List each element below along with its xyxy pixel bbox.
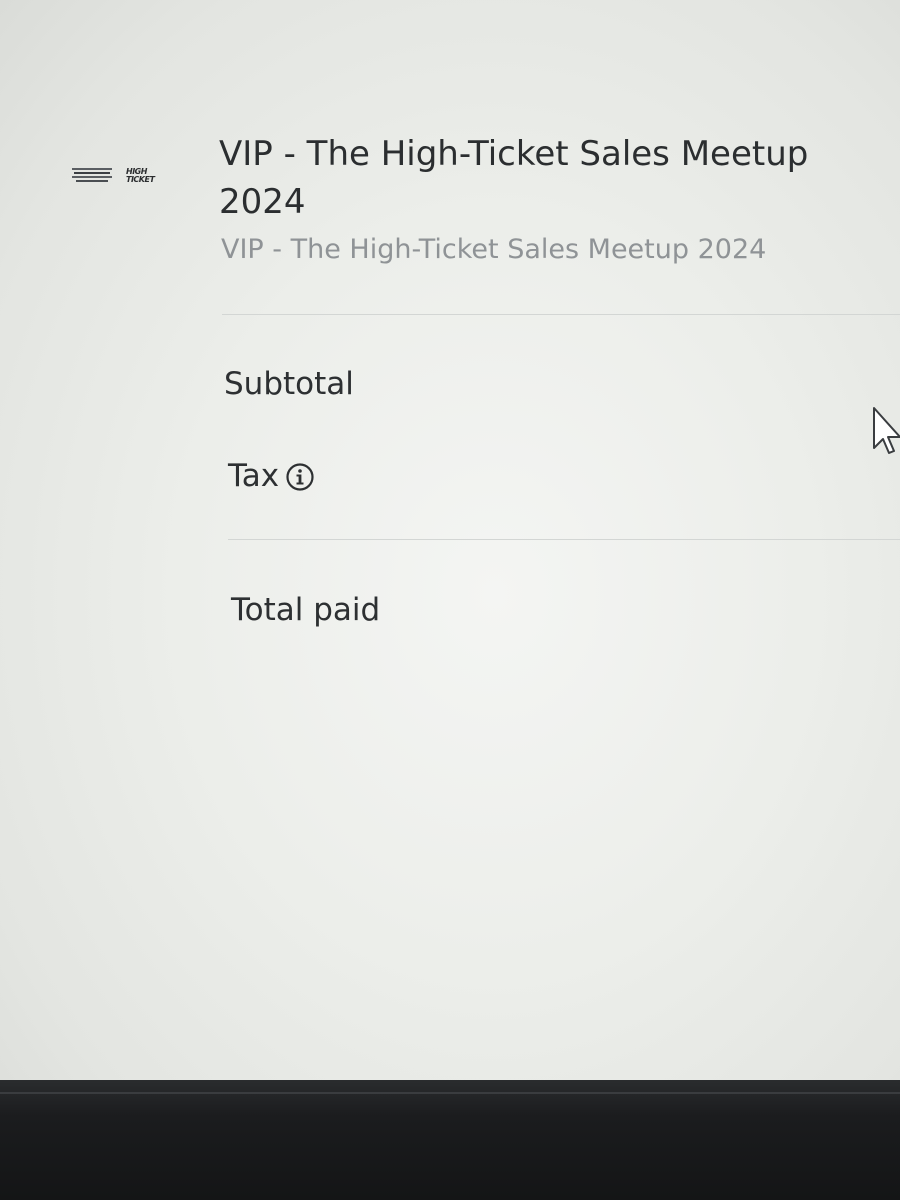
divider: [228, 539, 900, 540]
event-logo-text: HIGH TICKET: [126, 167, 155, 184]
total-paid-label: Total paid: [231, 592, 381, 628]
info-icon[interactable]: [285, 462, 315, 492]
mouse-pointer-icon: [870, 404, 900, 456]
event-logo-icon: [72, 168, 112, 186]
item-subtitle: VIP - The High-Ticket Sales Meetup 2024: [221, 234, 767, 265]
screen: HIGH TICKET VIP - The High-Ticket Sales …: [0, 0, 900, 1080]
tax-label: Tax: [228, 458, 280, 494]
monitor-bezel: [0, 1080, 900, 1200]
tax-row: Tax: [228, 456, 315, 496]
item-title: VIP - The High-Ticket Sales Meetup 2024: [219, 134, 809, 222]
bezel-edge: [0, 1092, 900, 1094]
divider: [222, 314, 900, 315]
event-thumbnail: HIGH TICKET: [68, 166, 168, 190]
subtotal-label: Subtotal: [224, 366, 354, 402]
